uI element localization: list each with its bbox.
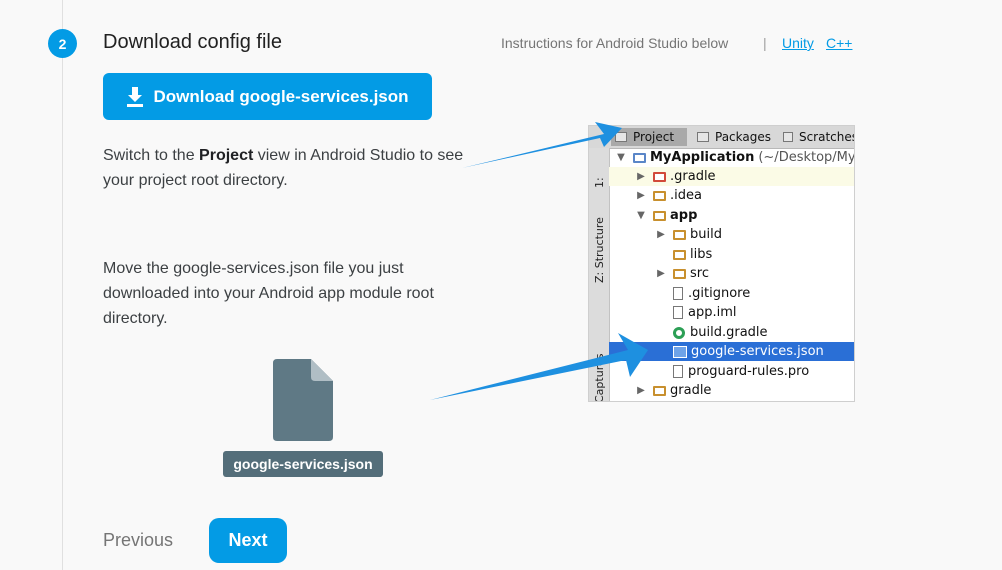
tree-label: .gitignore	[688, 286, 751, 301]
side-label-captures: Captures	[593, 353, 606, 402]
ide-tab-packages: Packages	[693, 128, 777, 146]
ide-tab-label: Scratches	[798, 130, 855, 144]
tree-arrow: ▶	[637, 171, 645, 182]
tree-label: gradle	[670, 383, 712, 398]
previous-button[interactable]: Previous	[103, 530, 173, 551]
download-icon	[127, 86, 144, 107]
tree-label: app.iml	[688, 305, 737, 320]
tree-arrow: ▼	[637, 210, 645, 221]
ide-tab-label: Project	[633, 130, 675, 144]
download-button-label: Download google-services.json	[153, 86, 409, 106]
folder-icon	[653, 385, 666, 396]
download-config-button[interactable]: Download google-services.json	[103, 73, 432, 120]
tree-row: ▶ .idea	[609, 186, 854, 205]
tree-label: .idea	[670, 188, 702, 203]
tree-arrow: ▶	[637, 385, 645, 396]
side-label-project: 1:	[593, 177, 606, 188]
file-icon	[673, 306, 683, 319]
tree-row: build.gradle	[609, 323, 854, 342]
project-view-instructions: Switch to the Project view in Android St…	[103, 143, 483, 193]
tree-row: ▼ MyApplication (~/Desktop/My	[609, 148, 855, 167]
tree-row: .gitignore	[609, 284, 854, 303]
timeline-line	[62, 0, 63, 570]
tree-arrow: ▶	[637, 190, 645, 201]
tree-row: ▶ src	[609, 264, 854, 283]
cpp-link[interactable]: C++	[826, 35, 852, 51]
scratches-tab-icon	[783, 132, 793, 142]
tree-label: app	[670, 208, 698, 223]
tree-label: build	[690, 227, 722, 242]
tree-suffix: (~/Desktop/My	[758, 150, 855, 165]
tree-label: MyApplication	[650, 150, 755, 165]
json-file-icon	[273, 359, 333, 441]
file-icon	[673, 365, 683, 378]
tree-row-selected: google-services.json	[609, 342, 854, 361]
android-studio-screenshot: Project Packages Scratches 1: Z: Structu…	[588, 125, 855, 402]
json-file-icon	[673, 345, 687, 358]
tree-row: ▼ app	[609, 206, 854, 225]
tree-label: src	[690, 266, 709, 281]
tree-label: google-services.json	[691, 344, 824, 359]
module-folder-icon	[653, 210, 666, 221]
tree-row: ▶ .gradle	[609, 167, 854, 186]
project-folder-icon	[633, 152, 646, 163]
packages-tab-icon	[697, 132, 709, 142]
ide-tab-scratches: Scratches	[779, 128, 855, 146]
move-file-instructions: Move the google-services.json file you j…	[103, 260, 434, 327]
tree-arrow: ▶	[657, 229, 665, 240]
tree-label: proguard-rules.pro	[688, 364, 810, 379]
tree-label: build.gradle	[690, 325, 768, 340]
tree-label: libs	[690, 247, 713, 262]
para1-before: Switch to the	[103, 147, 200, 164]
folder-icon	[673, 229, 686, 240]
instructions-text: Instructions for Android Studio below	[501, 35, 729, 51]
tree-row: app.iml	[609, 303, 854, 322]
folder-icon	[653, 171, 666, 182]
tree-label: .gradle	[670, 169, 716, 184]
step-number-badge: 2	[48, 29, 77, 58]
unity-link[interactable]: Unity	[782, 35, 814, 51]
ide-side-toolbar: 1: Z: Structure Captures	[589, 148, 610, 401]
tree-row: libs	[609, 245, 854, 264]
ide-tab-label: Packages	[715, 130, 771, 144]
folder-icon	[673, 268, 686, 279]
step-title: Download config file	[103, 31, 282, 53]
tree-row: proguard-rules.pro	[609, 362, 854, 381]
gradle-icon	[673, 326, 685, 339]
file-icon	[673, 287, 683, 300]
side-label-structure: Z: Structure	[593, 217, 606, 283]
ide-tab-bar: Project Packages Scratches	[589, 126, 854, 149]
tree-row: ▶ gradle	[609, 381, 854, 400]
tree-arrow: ▶	[657, 268, 665, 279]
folder-icon	[653, 190, 666, 201]
project-tab-icon	[615, 132, 627, 142]
next-button[interactable]: Next	[209, 518, 287, 563]
link-separator: |	[763, 35, 767, 51]
folder-icon	[673, 249, 686, 260]
tree-row: ▶ build	[609, 225, 854, 244]
tree-arrow: ▼	[617, 152, 625, 163]
file-name-label: google-services.json	[223, 451, 383, 477]
para1-bold: Project	[199, 147, 254, 164]
ide-tab-project: Project	[611, 128, 687, 146]
